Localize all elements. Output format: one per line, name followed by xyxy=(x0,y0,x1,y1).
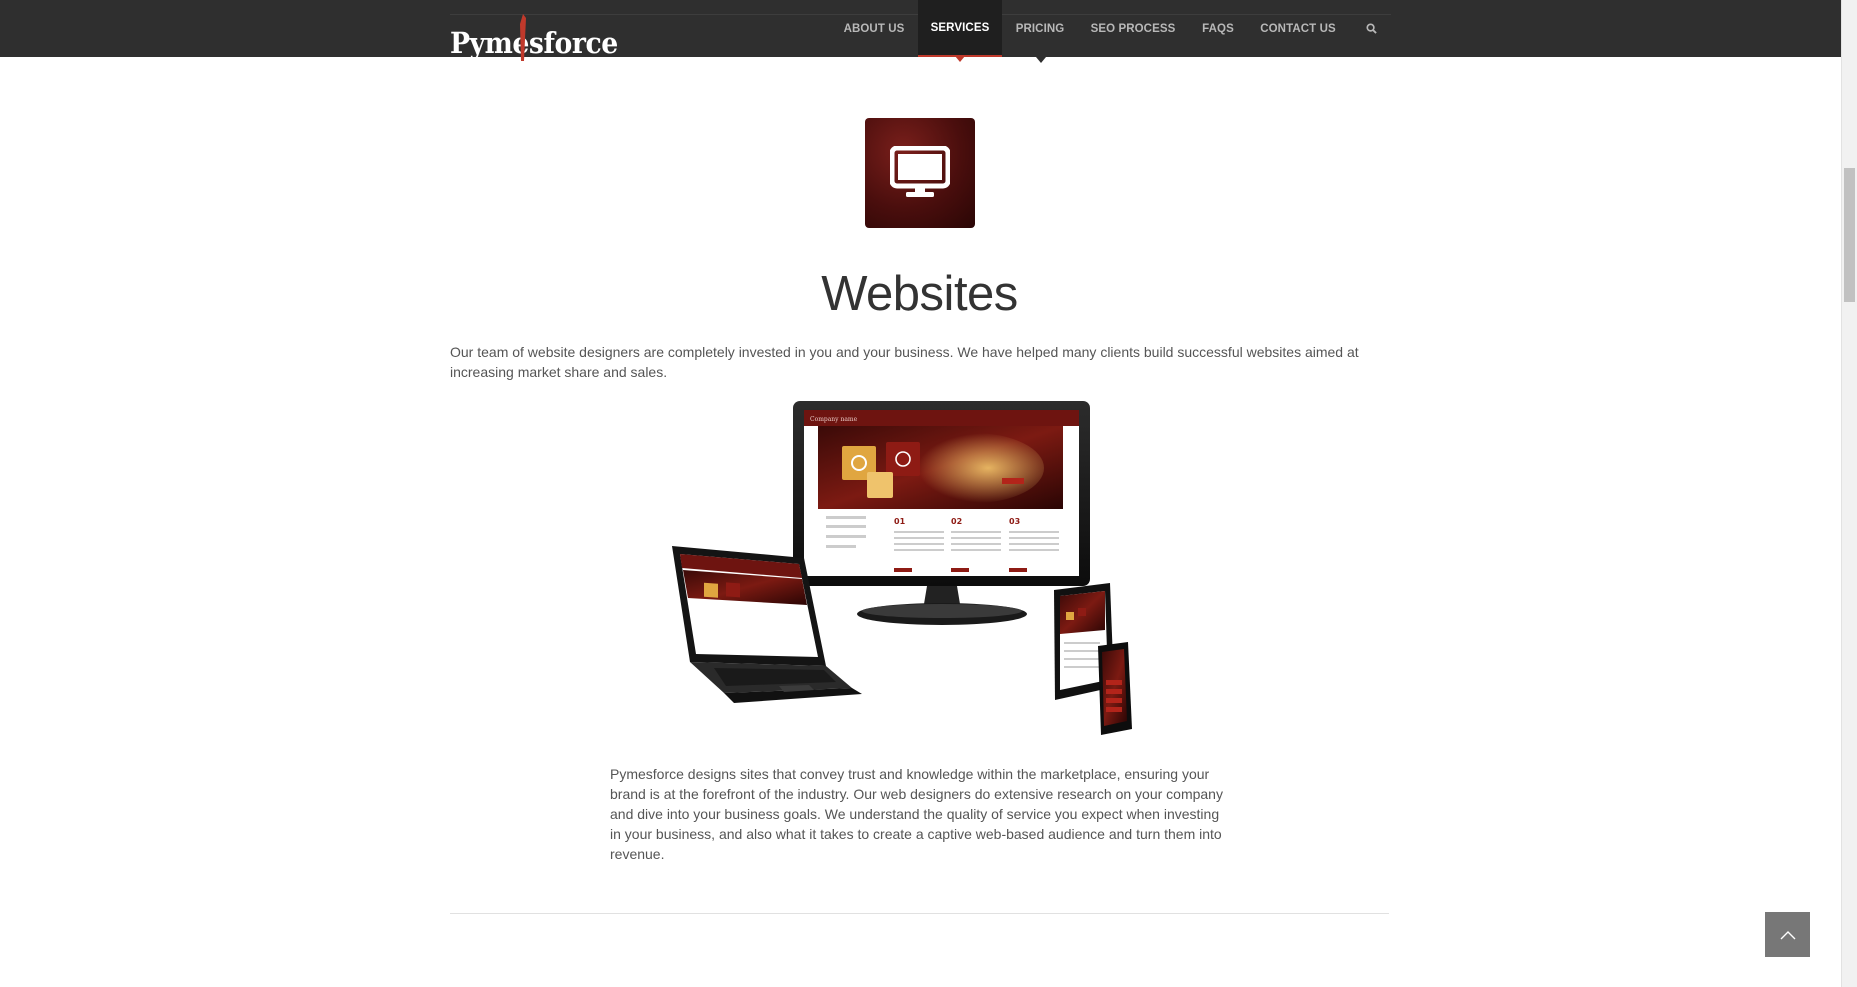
nav-label: SERVICES xyxy=(930,21,990,34)
nav-label: PRICING xyxy=(1015,22,1065,35)
site-logo[interactable]: Pymesforce xyxy=(450,14,632,61)
service-icon-box xyxy=(865,118,975,228)
scrollbar-thumb[interactable] xyxy=(1844,168,1855,302)
back-to-top-button[interactable] xyxy=(1765,912,1810,957)
svg-text:01: 01 xyxy=(894,517,906,526)
logo-mark-icon xyxy=(520,14,526,61)
top-navbar: Pymesforce ABOUT US SERVICES PRICING SEO… xyxy=(0,0,1841,62)
nav-label: CONTACT US xyxy=(1260,22,1336,35)
nav-faqs[interactable]: FAQS xyxy=(1193,0,1243,57)
nav-label: ABOUT US xyxy=(843,22,905,35)
logo-text: Pymesforce xyxy=(450,26,618,60)
responsive-devices-illustration: Company name 01 02 03 xyxy=(672,401,1132,735)
section-intro: Our team of website designers are comple… xyxy=(450,344,1359,380)
search-icon xyxy=(1365,23,1377,34)
nav-search-button[interactable] xyxy=(1360,0,1382,57)
nav-seo-process[interactable]: SEO PROCESS xyxy=(1082,0,1184,57)
monitor-icon xyxy=(890,146,950,197)
nav-contact-us[interactable]: CONTACT US xyxy=(1255,0,1341,57)
svg-text:02: 02 xyxy=(951,517,962,526)
nav-services[interactable]: SERVICES xyxy=(918,0,1002,62)
nav-about-us[interactable]: ABOUT US xyxy=(832,0,916,57)
section-title: Websites xyxy=(821,267,1018,321)
svg-text:Company name: Company name xyxy=(810,416,858,423)
active-indicator-caret xyxy=(955,56,965,62)
svg-text:03: 03 xyxy=(1009,517,1020,526)
nav-label: SEO PROCESS xyxy=(1090,22,1176,35)
nav-label: FAQS xyxy=(1202,22,1234,35)
section-divider xyxy=(450,913,1389,914)
nav-pricing[interactable]: PRICING xyxy=(1004,0,1076,57)
page-scrollbar[interactable] xyxy=(1841,0,1857,987)
section-body: Pymesforce designs sites that convey tru… xyxy=(610,766,1223,862)
chevron-up-icon xyxy=(1780,930,1795,939)
nav-hover-caret xyxy=(1036,57,1046,63)
